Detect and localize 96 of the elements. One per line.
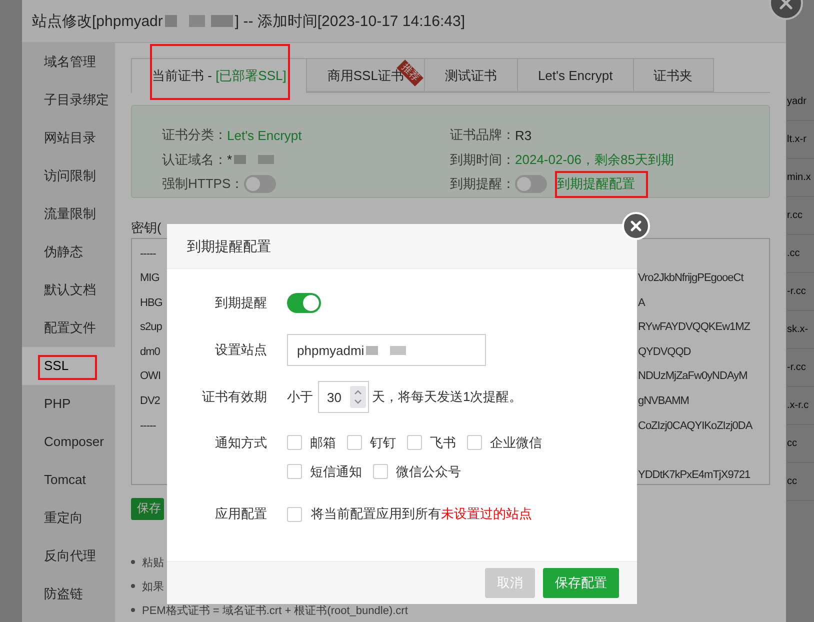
key-text: ----- [140, 248, 156, 260]
field-label: 证书有效期 [201, 388, 267, 406]
field-label: 证书品牌： [450, 126, 515, 144]
checkbox[interactable] [407, 435, 422, 450]
bullet-dot [131, 584, 135, 588]
tab[interactable]: 测试证书 [424, 58, 517, 92]
key-text: Vro2JkbNfrijgPEgooeCt [638, 272, 744, 284]
key-text: YDDtK7kPxE4mTjX9721 [638, 468, 750, 481]
field-label: 到期时间： [450, 150, 515, 169]
field-value: * [227, 152, 232, 168]
field-value: R3 [515, 128, 532, 143]
checkbox-label: 将当前配置应用到所有未设置过的站点 [311, 505, 532, 523]
key-text: HBG [140, 296, 162, 309]
checkbox[interactable] [347, 435, 362, 450]
field-label: 证书分类： [162, 126, 227, 144]
table-cell: lt.x-r [787, 121, 814, 159]
table-cell: cc [787, 425, 814, 463]
sidebar-item[interactable]: 反向代理 [22, 537, 115, 575]
table-cell: min.x [787, 159, 814, 197]
checkbox[interactable] [373, 464, 388, 479]
sidebar-item[interactable]: 配置文件 [22, 309, 115, 347]
highlight-frame [38, 355, 97, 380]
key-text: s2up [140, 321, 162, 334]
table-cell: sk.x- [787, 311, 814, 349]
field-prefix: 小于 [287, 388, 313, 406]
sidebar-item[interactable]: 访问限制 [22, 157, 115, 195]
checkbox-label: 短信通知 [310, 462, 362, 480]
field-value: 2024-02-06，剩余85天到期 [515, 150, 674, 169]
field-value: Let's Encrypt [227, 128, 302, 143]
note-text: PEM格式证书 = 域名证书.crt + 根证书(root_bundle).crt [142, 604, 408, 618]
key-text: ----- [140, 420, 156, 432]
days-input[interactable]: 30 [318, 381, 369, 413]
toggle-switch[interactable] [287, 293, 321, 313]
key-text: OWI [140, 370, 160, 382]
key-text: dm0 [140, 346, 160, 358]
reminder-hint: 天，将每天发送1次提醒。 [372, 388, 522, 406]
key-text: QYDVQQD [638, 346, 691, 358]
tab[interactable]: Let's Encrypt [516, 58, 633, 92]
field-label: 到期提醒： [450, 175, 515, 194]
checkbox-label: 邮箱 [310, 434, 336, 452]
sidebar-item[interactable]: Composer [22, 423, 115, 461]
sidebar-item[interactable]: PHP [22, 385, 115, 423]
field-label: 通知方式 [214, 434, 267, 452]
bullet-dot [131, 560, 135, 564]
checkbox-label: 钉钉 [370, 434, 396, 452]
sidebar-item[interactable]: SSL [22, 347, 115, 385]
key-text: DV2 [140, 395, 160, 408]
sidebar-item[interactable]: 防盗链 [22, 575, 115, 613]
checkbox[interactable] [287, 464, 302, 479]
table-cell: cc [787, 463, 814, 501]
field-label: 到期提醒 [214, 294, 267, 312]
sidebar-item[interactable]: 网站目录 [22, 119, 115, 157]
blur-patch [366, 346, 406, 354]
sidebar-item[interactable]: 域名管理 [22, 43, 115, 81]
site-input[interactable]: phpmyadmi [287, 334, 486, 366]
sidebar-item[interactable]: 流量限制 [22, 195, 115, 233]
key-text: gNVBAMM [638, 395, 689, 408]
checkbox-label: 企业微信 [490, 434, 542, 452]
dialog-title: 到期提醒配置 [187, 238, 271, 254]
dialog-title: 站点修改[phpmyadr [32, 12, 163, 30]
sidebar-item[interactable]: 默认文档 [22, 271, 115, 309]
note-text: 如果 [142, 580, 164, 594]
field-label: 密钥( [131, 218, 162, 237]
field-label: 认证域名： [162, 150, 227, 169]
toggle-switch[interactable] [244, 175, 276, 194]
checkbox[interactable] [287, 506, 302, 522]
sidebar-item[interactable]: 子目录绑定 [22, 81, 115, 119]
toggle-switch[interactable] [515, 175, 547, 194]
sidebar-item[interactable]: 伪静态 [22, 233, 115, 271]
checkbox-label: 飞书 [430, 434, 456, 452]
checkbox-label: 微信公众号 [396, 462, 461, 480]
tab[interactable]: 证书夹 [632, 58, 714, 92]
tab[interactable]: 当前证书 - [已部署SSL] [131, 58, 306, 93]
sidebar-item[interactable]: Tomcat [22, 461, 115, 499]
table-cell: .cc [787, 235, 814, 273]
note-text: 粘贴 [142, 556, 164, 570]
key-text: MIG [140, 272, 160, 284]
key-text: CoZIzj0CAQYIKoZIzj0DA [638, 420, 752, 432]
field-label: 应用配置 [214, 505, 267, 523]
sidebar-item[interactable]: 重定向 [22, 499, 115, 537]
bullet-dot [131, 608, 135, 612]
table-cell: r.cc [787, 197, 814, 235]
key-text: NDUzMjZaFw0yNDAyM [638, 370, 748, 382]
table-cell: .x-r.c [787, 387, 814, 425]
table-cell: -r.cc [787, 349, 814, 387]
field-label: 强制HTTPS： [162, 175, 244, 194]
table-cell: -r.cc [787, 273, 814, 311]
field-label: 设置站点 [214, 341, 267, 359]
spinner-icon[interactable] [350, 386, 366, 408]
table-cell: yadr [787, 83, 814, 121]
save-config-button[interactable]: 保存配置 [543, 568, 619, 598]
checkbox[interactable] [467, 435, 482, 450]
key-text: RYwFAYDVQQKEw1MZ [638, 321, 750, 334]
checkbox[interactable] [287, 435, 302, 450]
dialog-title-date: ] -- 添加时间[2023-10-17 14:16:43] [234, 12, 465, 30]
key-text: A [638, 296, 645, 309]
